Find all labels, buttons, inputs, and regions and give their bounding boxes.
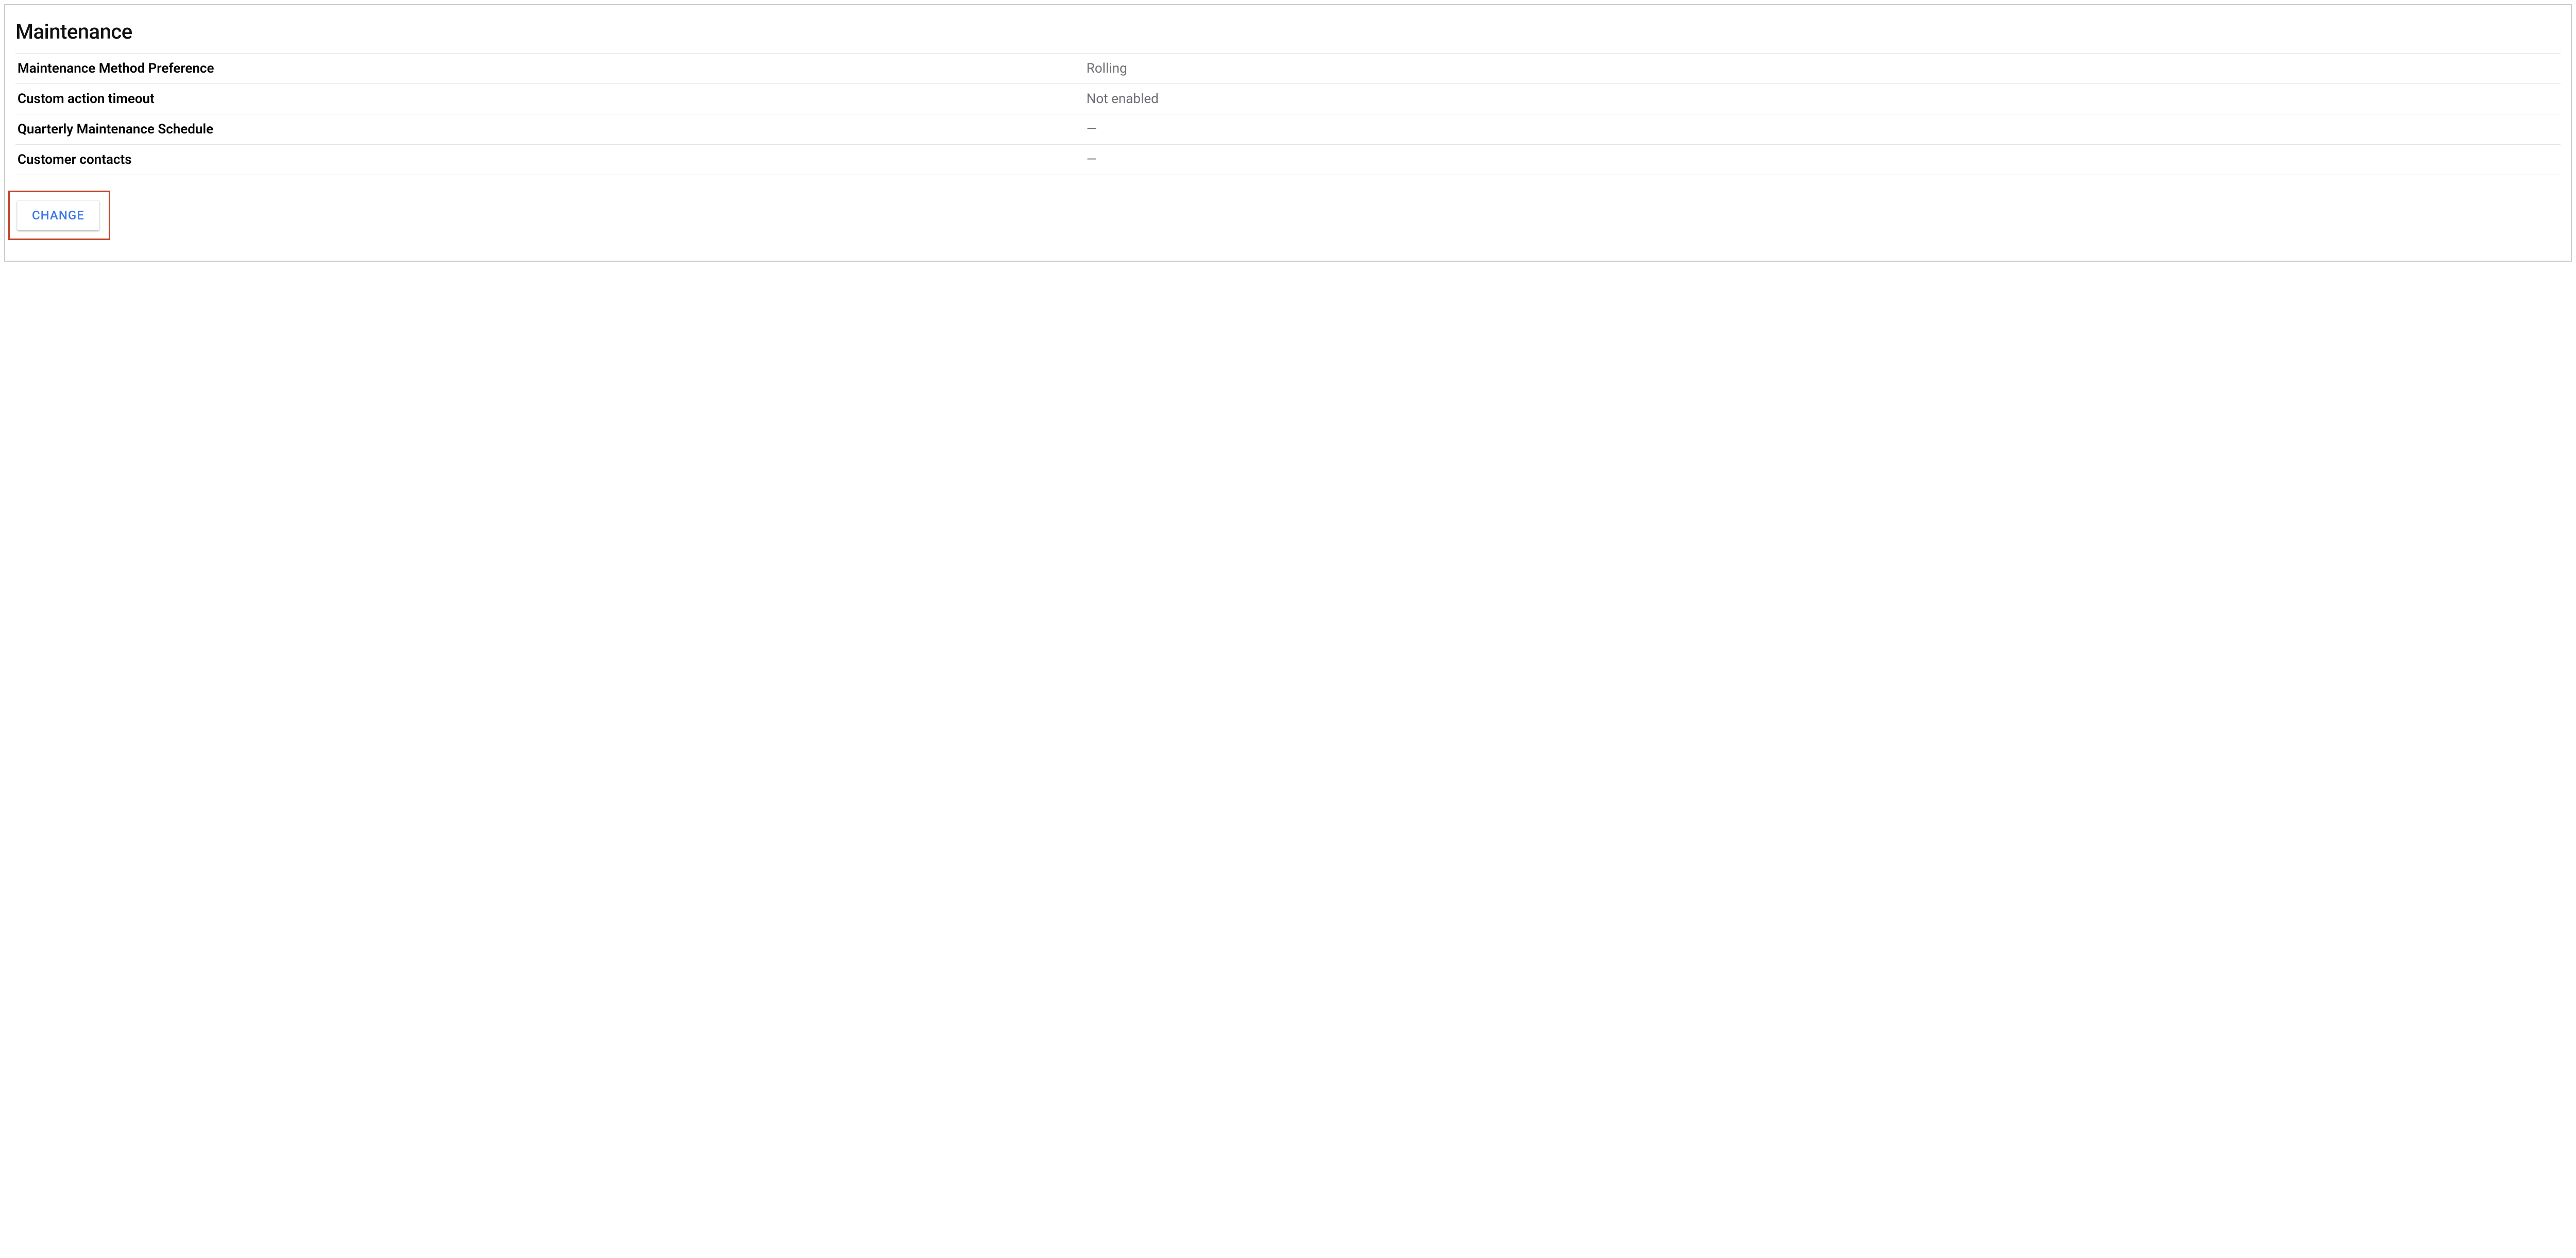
property-value: Rolling <box>1084 54 2561 84</box>
property-value: — <box>1084 114 2561 145</box>
highlight-annotation: CHANGE <box>8 191 110 240</box>
table-row: Customer contacts — <box>15 145 2561 175</box>
property-label: Maintenance Method Preference <box>15 54 1084 84</box>
property-label: Custom action timeout <box>15 84 1084 114</box>
maintenance-properties-table: Maintenance Method Preference Rolling Cu… <box>15 53 2561 175</box>
change-button[interactable]: CHANGE <box>17 200 99 230</box>
table-row: Maintenance Method Preference Rolling <box>15 54 2561 84</box>
property-value: — <box>1084 145 2561 175</box>
property-label: Quarterly Maintenance Schedule <box>15 114 1084 145</box>
property-value: Not enabled <box>1084 84 2561 114</box>
section-title: Maintenance <box>15 20 2561 44</box>
maintenance-panel: Maintenance Maintenance Method Preferenc… <box>4 4 2572 262</box>
table-row: Quarterly Maintenance Schedule — <box>15 114 2561 145</box>
property-label: Customer contacts <box>15 145 1084 175</box>
table-row: Custom action timeout Not enabled <box>15 84 2561 114</box>
